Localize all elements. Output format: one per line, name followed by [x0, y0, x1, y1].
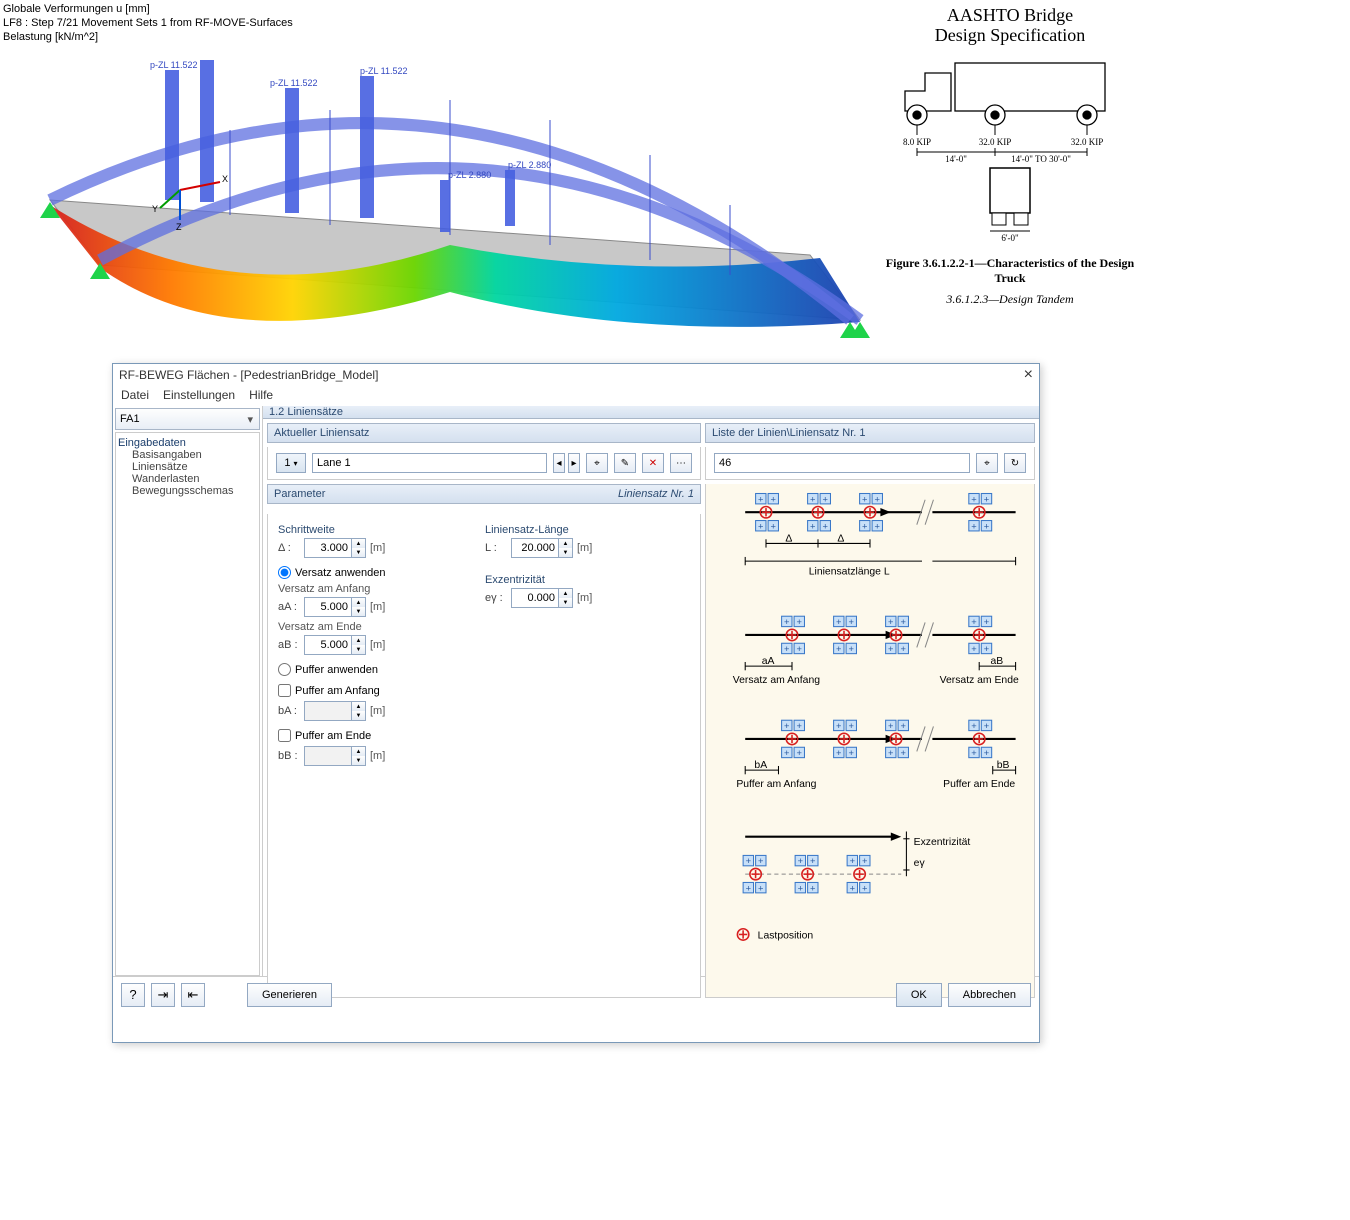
svg-text:p-ZL 11.522: p-ZL 11.522: [360, 66, 408, 76]
svg-text:Z: Z: [176, 222, 182, 232]
aashto-spec-panel: AASHTO BridgeDesign Specification 8.0 KI…: [875, 5, 1145, 307]
svg-text:Lastposition: Lastposition: [758, 931, 814, 942]
aA-input[interactable]: ▲▼: [304, 597, 366, 617]
ey-input[interactable]: ▲▼: [511, 588, 573, 608]
panel-title: 1.2 Liniensätze: [263, 406, 1039, 419]
close-icon[interactable]: ×: [1024, 366, 1033, 384]
rf-beweg-dialog: RF-BEWEG Flächen - [PedestrianBridge_Mod…: [112, 363, 1040, 1043]
delete-btn[interactable]: ✕: [642, 453, 664, 473]
svg-text:32.0 KIP: 32.0 KIP: [1071, 137, 1104, 147]
menu-help[interactable]: Hilfe: [249, 388, 273, 404]
svg-text:14'-0" TO 30'-0": 14'-0" TO 30'-0": [1011, 154, 1071, 163]
lane-index-select[interactable]: 1: [276, 453, 306, 473]
svg-text:Δ: Δ: [837, 533, 844, 544]
lineset-diagram: ++: [705, 484, 1035, 998]
delta-input[interactable]: ▲▼: [304, 538, 366, 558]
extra-btn[interactable]: ⋯: [670, 453, 692, 473]
fa-select[interactable]: FA1: [115, 408, 260, 430]
svg-text:Exzentrizität: Exzentrizität: [914, 837, 971, 848]
bridge-visualization: p-ZL 11.522 p-ZL 11.522 p-ZL 11.522 p-ZL…: [30, 60, 870, 350]
generate-button[interactable]: Generieren: [247, 983, 332, 1007]
reverse-btn[interactable]: ↻: [1004, 453, 1026, 473]
svg-text:aA: aA: [762, 656, 775, 667]
svg-text:eγ: eγ: [914, 858, 926, 869]
svg-text:Versatz am Ende: Versatz am Ende: [940, 675, 1019, 686]
cancel-button[interactable]: Abbrechen: [948, 983, 1031, 1007]
pick-btn[interactable]: ⌖: [586, 453, 608, 473]
menu-settings[interactable]: Einstellungen: [163, 388, 235, 404]
L-input[interactable]: ▲▼: [511, 538, 573, 558]
lane-name-input[interactable]: Lane 1: [312, 453, 547, 473]
bB-input: ▲▼: [304, 746, 366, 766]
section-line-list: Liste der Linien\Liniensatz Nr. 1: [705, 423, 1035, 443]
import-icon[interactable]: ⇥: [151, 983, 175, 1007]
svg-text:p-ZL 2.880: p-ZL 2.880: [448, 170, 491, 180]
svg-text:8.0 KIP: 8.0 KIP: [903, 137, 931, 147]
design-truck-rear: 6'-0": [980, 163, 1040, 243]
svg-text:Y: Y: [152, 204, 158, 214]
svg-text:p-ZL 11.522: p-ZL 11.522: [270, 78, 318, 88]
offset-radio[interactable]: [278, 566, 291, 579]
svg-text:X: X: [222, 174, 228, 184]
assign-btn[interactable]: ✎: [614, 453, 636, 473]
nav-tree[interactable]: Eingabedaten Basisangaben Liniensätze Wa…: [115, 432, 260, 976]
pick-lines-btn[interactable]: ⌖: [976, 453, 998, 473]
export-icon[interactable]: ⇤: [181, 983, 205, 1007]
svg-text:bB: bB: [997, 760, 1010, 771]
svg-text:p-ZL 2.880: p-ZL 2.880: [508, 160, 551, 170]
lines-list-input[interactable]: 46: [714, 453, 970, 473]
section-parameter: ParameterLiniensatz Nr. 1: [267, 484, 701, 504]
buf-start-check[interactable]: [278, 684, 291, 697]
svg-text:Δ: Δ: [785, 533, 792, 544]
svg-text:p-ZL 11.522: p-ZL 11.522: [150, 60, 198, 70]
svg-text:Versatz am Anfang: Versatz am Anfang: [733, 675, 820, 686]
menu-file[interactable]: Datei: [121, 388, 149, 404]
svg-text:Puffer am Ende: Puffer am Ende: [943, 779, 1015, 790]
svg-text:32.0 KIP: 32.0 KIP: [979, 137, 1012, 147]
prev-btn[interactable]: ◂: [553, 453, 565, 473]
aB-input[interactable]: ▲▼: [304, 635, 366, 655]
svg-text:bA: bA: [754, 760, 767, 771]
buffer-radio[interactable]: [278, 663, 291, 676]
design-truck-diagram: 8.0 KIP 32.0 KIP 32.0 KIP 14'-0" 14'-0" T…: [895, 53, 1125, 163]
dialog-title: RF-BEWEG Flächen - [PedestrianBridge_Mod…: [119, 368, 378, 382]
svg-text:Liniensatzlänge L: Liniensatzlänge L: [809, 567, 890, 578]
ok-button[interactable]: OK: [896, 983, 942, 1007]
help-icon[interactable]: ?: [121, 983, 145, 1007]
svg-text:6'-0": 6'-0": [1001, 233, 1019, 243]
section-current-lineset: Aktueller Liniensatz: [267, 423, 701, 443]
svg-text:Puffer am Anfang: Puffer am Anfang: [736, 779, 816, 790]
svg-text:aB: aB: [991, 656, 1004, 667]
buf-end-check[interactable]: [278, 729, 291, 742]
next-btn[interactable]: ▸: [568, 453, 580, 473]
svg-text:14'-0": 14'-0": [945, 154, 967, 163]
bA-input: ▲▼: [304, 701, 366, 721]
viz-info: Globale Verformungen u [mm] LF8 : Step 7…: [3, 2, 293, 44]
